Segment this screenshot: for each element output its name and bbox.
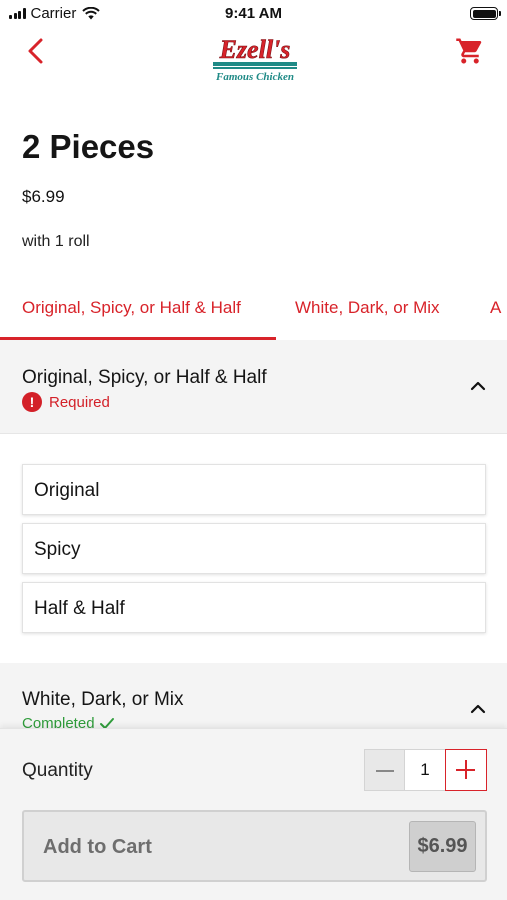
cart-footer: Quantity 1 Add to Cart $6.99: [0, 728, 507, 900]
nav-bar: Ezell's Famous Chicken: [0, 24, 507, 84]
ezells-logo: Ezell's Famous Chicken: [213, 35, 297, 82]
add-to-cart-button[interactable]: Add to Cart $6.99: [22, 810, 487, 882]
add-to-cart-label: Add to Cart: [43, 836, 152, 858]
section-title: Original, Spicy, or Half & Half: [22, 367, 267, 388]
product-title: 2 Pieces: [22, 128, 155, 165]
quantity-value: 1: [405, 749, 445, 791]
status-bar-time: 9:41 AM: [225, 5, 282, 22]
cart-icon: [456, 38, 482, 64]
option-tabs: Original, Spicy, or Half & Half White, D…: [0, 282, 507, 340]
option-spicy[interactable]: Spicy: [22, 523, 486, 574]
cart-button[interactable]: [455, 36, 485, 66]
chevron-left-icon: [28, 38, 43, 64]
chevron-up-icon: [470, 704, 486, 714]
add-to-cart-price: $6.99: [409, 821, 476, 872]
option-label: Spicy: [34, 539, 81, 560]
required-indicator: ! Required: [22, 392, 110, 412]
tab-white-dark-mix[interactable]: White, Dark, or Mix: [295, 298, 440, 318]
product-price: $6.99: [22, 187, 65, 206]
battery-icon: [470, 7, 501, 20]
option-label: Original: [34, 480, 100, 501]
tab-original-spicy[interactable]: Original, Spicy, or Half & Half: [22, 298, 241, 318]
decrease-quantity-button[interactable]: [364, 749, 405, 791]
product-description: with 1 roll: [22, 233, 90, 250]
section-title: White, Dark, or Mix: [22, 689, 184, 710]
increase-quantity-button[interactable]: [445, 749, 487, 791]
status-bar: Carrier 9:41 AM: [0, 0, 507, 26]
section-header-original-spicy[interactable]: Original, Spicy, or Half & Half ! Requir…: [0, 340, 507, 434]
back-button[interactable]: [22, 36, 52, 66]
alert-circle-icon: !: [22, 392, 42, 412]
svg-text:Famous Chicken: Famous Chicken: [215, 71, 294, 82]
required-label: Required: [49, 393, 110, 411]
quantity-stepper: 1: [364, 749, 487, 791]
svg-text:Ezell's: Ezell's: [219, 35, 291, 64]
quantity-label: Quantity: [22, 760, 93, 781]
option-half-and-half[interactable]: Half & Half: [22, 582, 486, 633]
chevron-up-icon: [470, 381, 486, 391]
tab-next[interactable]: A: [490, 298, 501, 318]
option-original[interactable]: Original: [22, 464, 486, 515]
option-label: Half & Half: [34, 598, 125, 619]
